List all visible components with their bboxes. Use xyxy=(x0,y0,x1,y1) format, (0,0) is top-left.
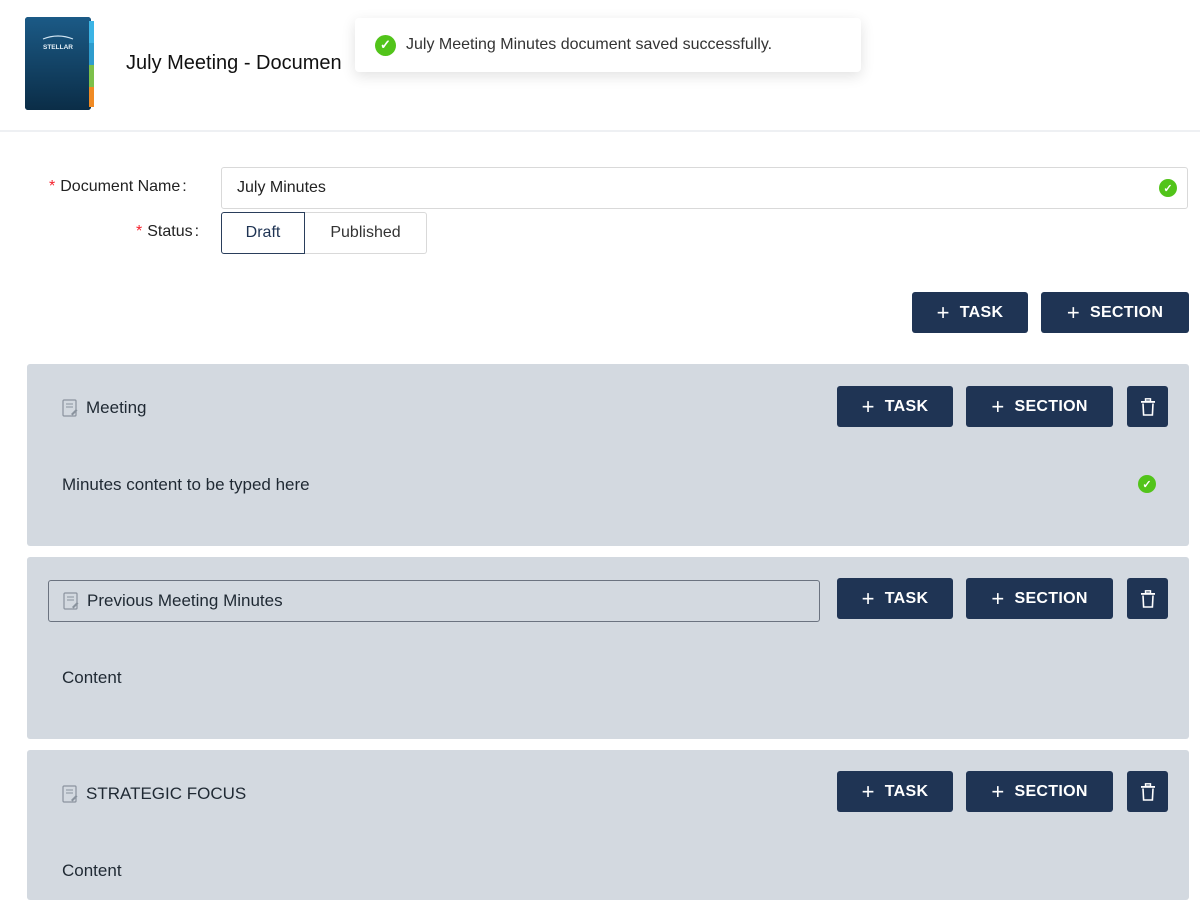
add-section-button[interactable]: + SECTION xyxy=(1041,292,1189,333)
section-add-task-button[interactable]: + TASK xyxy=(837,771,953,812)
toast-message: July Meeting Minutes document saved succ… xyxy=(406,36,773,53)
plus-icon: + xyxy=(936,299,950,325)
document-name-input[interactable] xyxy=(221,167,1188,209)
plus-icon: + xyxy=(861,778,875,804)
section-title-text: Meeting xyxy=(86,398,147,417)
section-title[interactable]: Meeting xyxy=(48,387,146,429)
document-name-label: * Document Name: xyxy=(49,178,187,196)
section-content[interactable]: Content xyxy=(62,861,122,881)
section-title[interactable]: STRATEGIC FOCUS xyxy=(48,773,246,815)
section-add-task-button[interactable]: + TASK xyxy=(837,386,953,427)
section-add-task-button[interactable]: + TASK xyxy=(837,578,953,619)
stellar-logo: STELLAR xyxy=(25,17,94,110)
svg-text:STELLAR: STELLAR xyxy=(43,44,73,51)
section-title-text: STRATEGIC FOCUS xyxy=(86,784,247,803)
plus-icon: + xyxy=(991,778,1005,804)
document-edit-icon xyxy=(62,785,78,803)
plus-icon: + xyxy=(991,393,1005,419)
status-published-option[interactable]: Published xyxy=(305,212,427,254)
trash-icon xyxy=(1140,782,1155,801)
section-content[interactable]: Content xyxy=(62,668,122,688)
status-draft-option[interactable]: Draft xyxy=(221,212,305,254)
add-section-label: SECTION xyxy=(1089,303,1164,321)
page-title: July Meeting - Documen xyxy=(126,52,342,74)
add-section-label: SECTION xyxy=(1014,397,1088,415)
check-circle-icon: ✓ xyxy=(375,34,396,56)
valid-check-icon: ✓ xyxy=(1159,179,1177,197)
delete-section-button[interactable] xyxy=(1127,771,1168,812)
section-add-section-button[interactable]: + SECTION xyxy=(966,771,1113,812)
trash-icon xyxy=(1140,589,1155,608)
valid-check-icon: ✓ xyxy=(1138,475,1156,493)
section-content[interactable]: Minutes content to be typed here xyxy=(62,475,310,495)
status-label-text: Status xyxy=(147,223,193,240)
document-edit-icon xyxy=(62,399,78,417)
add-task-label: TASK xyxy=(884,782,929,800)
status-toggle: Draft Published xyxy=(221,212,427,254)
add-section-label: SECTION xyxy=(1014,589,1088,607)
section-title-text: Previous Meeting Minutes xyxy=(87,591,283,610)
plus-icon: + xyxy=(861,585,875,611)
plus-icon: + xyxy=(861,393,875,419)
section-add-section-button[interactable]: + SECTION xyxy=(966,386,1113,427)
success-toast: ✓ July Meeting Minutes document saved su… xyxy=(355,18,861,72)
add-task-label: TASK xyxy=(884,397,929,415)
add-section-label: SECTION xyxy=(1014,782,1088,800)
trash-icon xyxy=(1140,397,1155,416)
delete-section-button[interactable] xyxy=(1127,386,1168,427)
plus-icon: + xyxy=(1066,299,1080,325)
section-add-section-button[interactable]: + SECTION xyxy=(966,578,1113,619)
add-task-button[interactable]: + TASK xyxy=(912,292,1028,333)
required-mark: * xyxy=(136,223,143,240)
plus-icon: + xyxy=(991,585,1005,611)
status-label: * Status: xyxy=(136,223,199,241)
label-colon: : xyxy=(182,178,187,195)
add-task-label: TASK xyxy=(959,303,1004,321)
add-task-label: TASK xyxy=(884,589,929,607)
label-colon: : xyxy=(194,223,200,240)
document-edit-icon xyxy=(63,592,79,610)
section-title-input[interactable]: Previous Meeting Minutes xyxy=(48,580,820,622)
required-mark: * xyxy=(49,178,56,195)
document-name-label-text: Document Name xyxy=(60,178,181,195)
delete-section-button[interactable] xyxy=(1127,578,1168,619)
